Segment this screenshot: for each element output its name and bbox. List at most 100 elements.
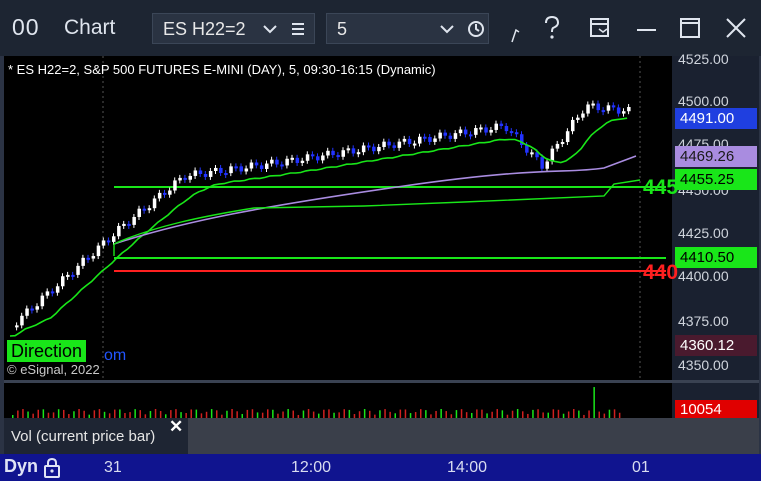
candle-body xyxy=(101,240,106,246)
help-icon[interactable] xyxy=(543,16,561,40)
candle-body xyxy=(463,129,468,135)
close-icon[interactable] xyxy=(724,16,748,40)
lock-icon[interactable] xyxy=(43,457,61,479)
candle-body xyxy=(76,265,80,275)
candle-body xyxy=(239,166,243,172)
volume-bar xyxy=(573,409,575,418)
candle-body xyxy=(346,148,351,151)
volume-bar xyxy=(231,409,233,418)
volume-bar xyxy=(613,409,616,418)
candle-body xyxy=(25,308,29,316)
candle-body xyxy=(438,132,442,139)
axis-tick: 4425.00 xyxy=(678,225,729,241)
volume-bar xyxy=(363,409,366,418)
price-chart-area[interactable] xyxy=(4,56,672,380)
volume-bar xyxy=(83,410,85,418)
volume-bar xyxy=(93,410,96,418)
candle-body xyxy=(565,131,570,143)
candle-body xyxy=(469,134,473,137)
volume-bar xyxy=(440,409,442,418)
candle-body xyxy=(20,315,24,326)
volume-bar xyxy=(557,409,560,418)
volume-bar xyxy=(328,409,330,418)
candle-body xyxy=(627,107,631,112)
chevron-down-icon[interactable] xyxy=(262,23,278,35)
candle-body xyxy=(45,291,50,296)
axis-tick: 4400.00 xyxy=(678,268,729,284)
candle-body xyxy=(576,117,580,120)
maximize-icon[interactable] xyxy=(679,17,701,39)
candle-body xyxy=(50,291,55,294)
candle-body xyxy=(530,152,534,155)
layout-icon[interactable] xyxy=(589,17,611,39)
chart-caption: * ES H22=2, S&P 500 FUTURES E-MINI (DAY)… xyxy=(8,62,436,77)
clock-icon[interactable] xyxy=(467,20,485,38)
candle-body xyxy=(372,146,376,152)
volume-bar xyxy=(516,409,519,418)
candle-body xyxy=(254,162,259,166)
candle-body xyxy=(392,145,396,148)
volume-pane[interactable] xyxy=(4,383,672,418)
volume-bar xyxy=(578,410,580,418)
candle-body xyxy=(157,192,162,199)
candle-body xyxy=(285,158,289,166)
candle-body xyxy=(377,146,381,152)
volume-bar xyxy=(343,409,345,418)
candle-body xyxy=(571,119,575,132)
candle-body xyxy=(351,148,356,154)
candle-body xyxy=(61,276,65,287)
volume-bar xyxy=(501,410,504,418)
time-label: 01 xyxy=(632,459,650,476)
volume-bar xyxy=(63,409,65,418)
candle-body xyxy=(622,111,626,114)
candle-body xyxy=(336,155,340,158)
candle-body xyxy=(616,107,621,114)
volume-bars xyxy=(12,387,621,418)
volume-bar xyxy=(134,409,136,418)
chevron-down-icon[interactable] xyxy=(438,20,456,38)
volume-bar xyxy=(251,409,254,418)
candle-body xyxy=(275,159,279,165)
symbol-selector[interactable]: ES H22=2 xyxy=(152,13,315,44)
volume-tooltip-text: Vol (current price bar) xyxy=(11,428,156,445)
candle-body xyxy=(30,308,34,311)
minimize-icon[interactable] xyxy=(636,27,658,33)
interval-selector[interactable]: 5 xyxy=(326,13,489,44)
slow-ma-line xyxy=(113,155,637,245)
candle-body xyxy=(514,132,519,135)
dynamic-mode-label[interactable]: Dyn xyxy=(4,456,38,477)
volume-bar xyxy=(37,409,39,418)
candle-body xyxy=(173,180,177,191)
close-icon[interactable]: ✕ xyxy=(169,417,183,437)
draw-icon[interactable] xyxy=(510,26,522,44)
price-chart[interactable] xyxy=(4,56,672,380)
candle-body xyxy=(71,274,75,277)
axis-tick: 4525.00 xyxy=(678,51,729,67)
candle-body xyxy=(112,236,116,242)
list-icon[interactable] xyxy=(290,22,306,36)
candle-body xyxy=(193,170,198,176)
volume-bar xyxy=(216,410,218,418)
candle-body xyxy=(214,167,218,171)
candle-body xyxy=(249,162,254,169)
candle-body xyxy=(331,150,335,156)
candle-body xyxy=(550,148,555,162)
direction-label-tail: om xyxy=(104,347,127,364)
candle-body xyxy=(219,167,223,174)
candle-body xyxy=(433,138,437,142)
axis-tick: 4500.00 xyxy=(678,93,729,109)
candle-body xyxy=(494,123,498,130)
volume-bar xyxy=(384,409,386,418)
candle-body xyxy=(581,113,585,118)
candle-body xyxy=(142,208,147,211)
upper-line-price-tag: 4455.25 xyxy=(675,169,757,190)
volume-bar xyxy=(552,409,555,418)
candle-body xyxy=(316,156,320,161)
candle-body xyxy=(122,223,126,226)
volume-bar xyxy=(17,410,19,418)
volume-bar xyxy=(139,410,141,418)
candle-body xyxy=(402,138,407,142)
candle-body xyxy=(545,161,549,169)
candle-body xyxy=(234,166,238,169)
last-price-tag: 4491.00 xyxy=(675,108,757,129)
